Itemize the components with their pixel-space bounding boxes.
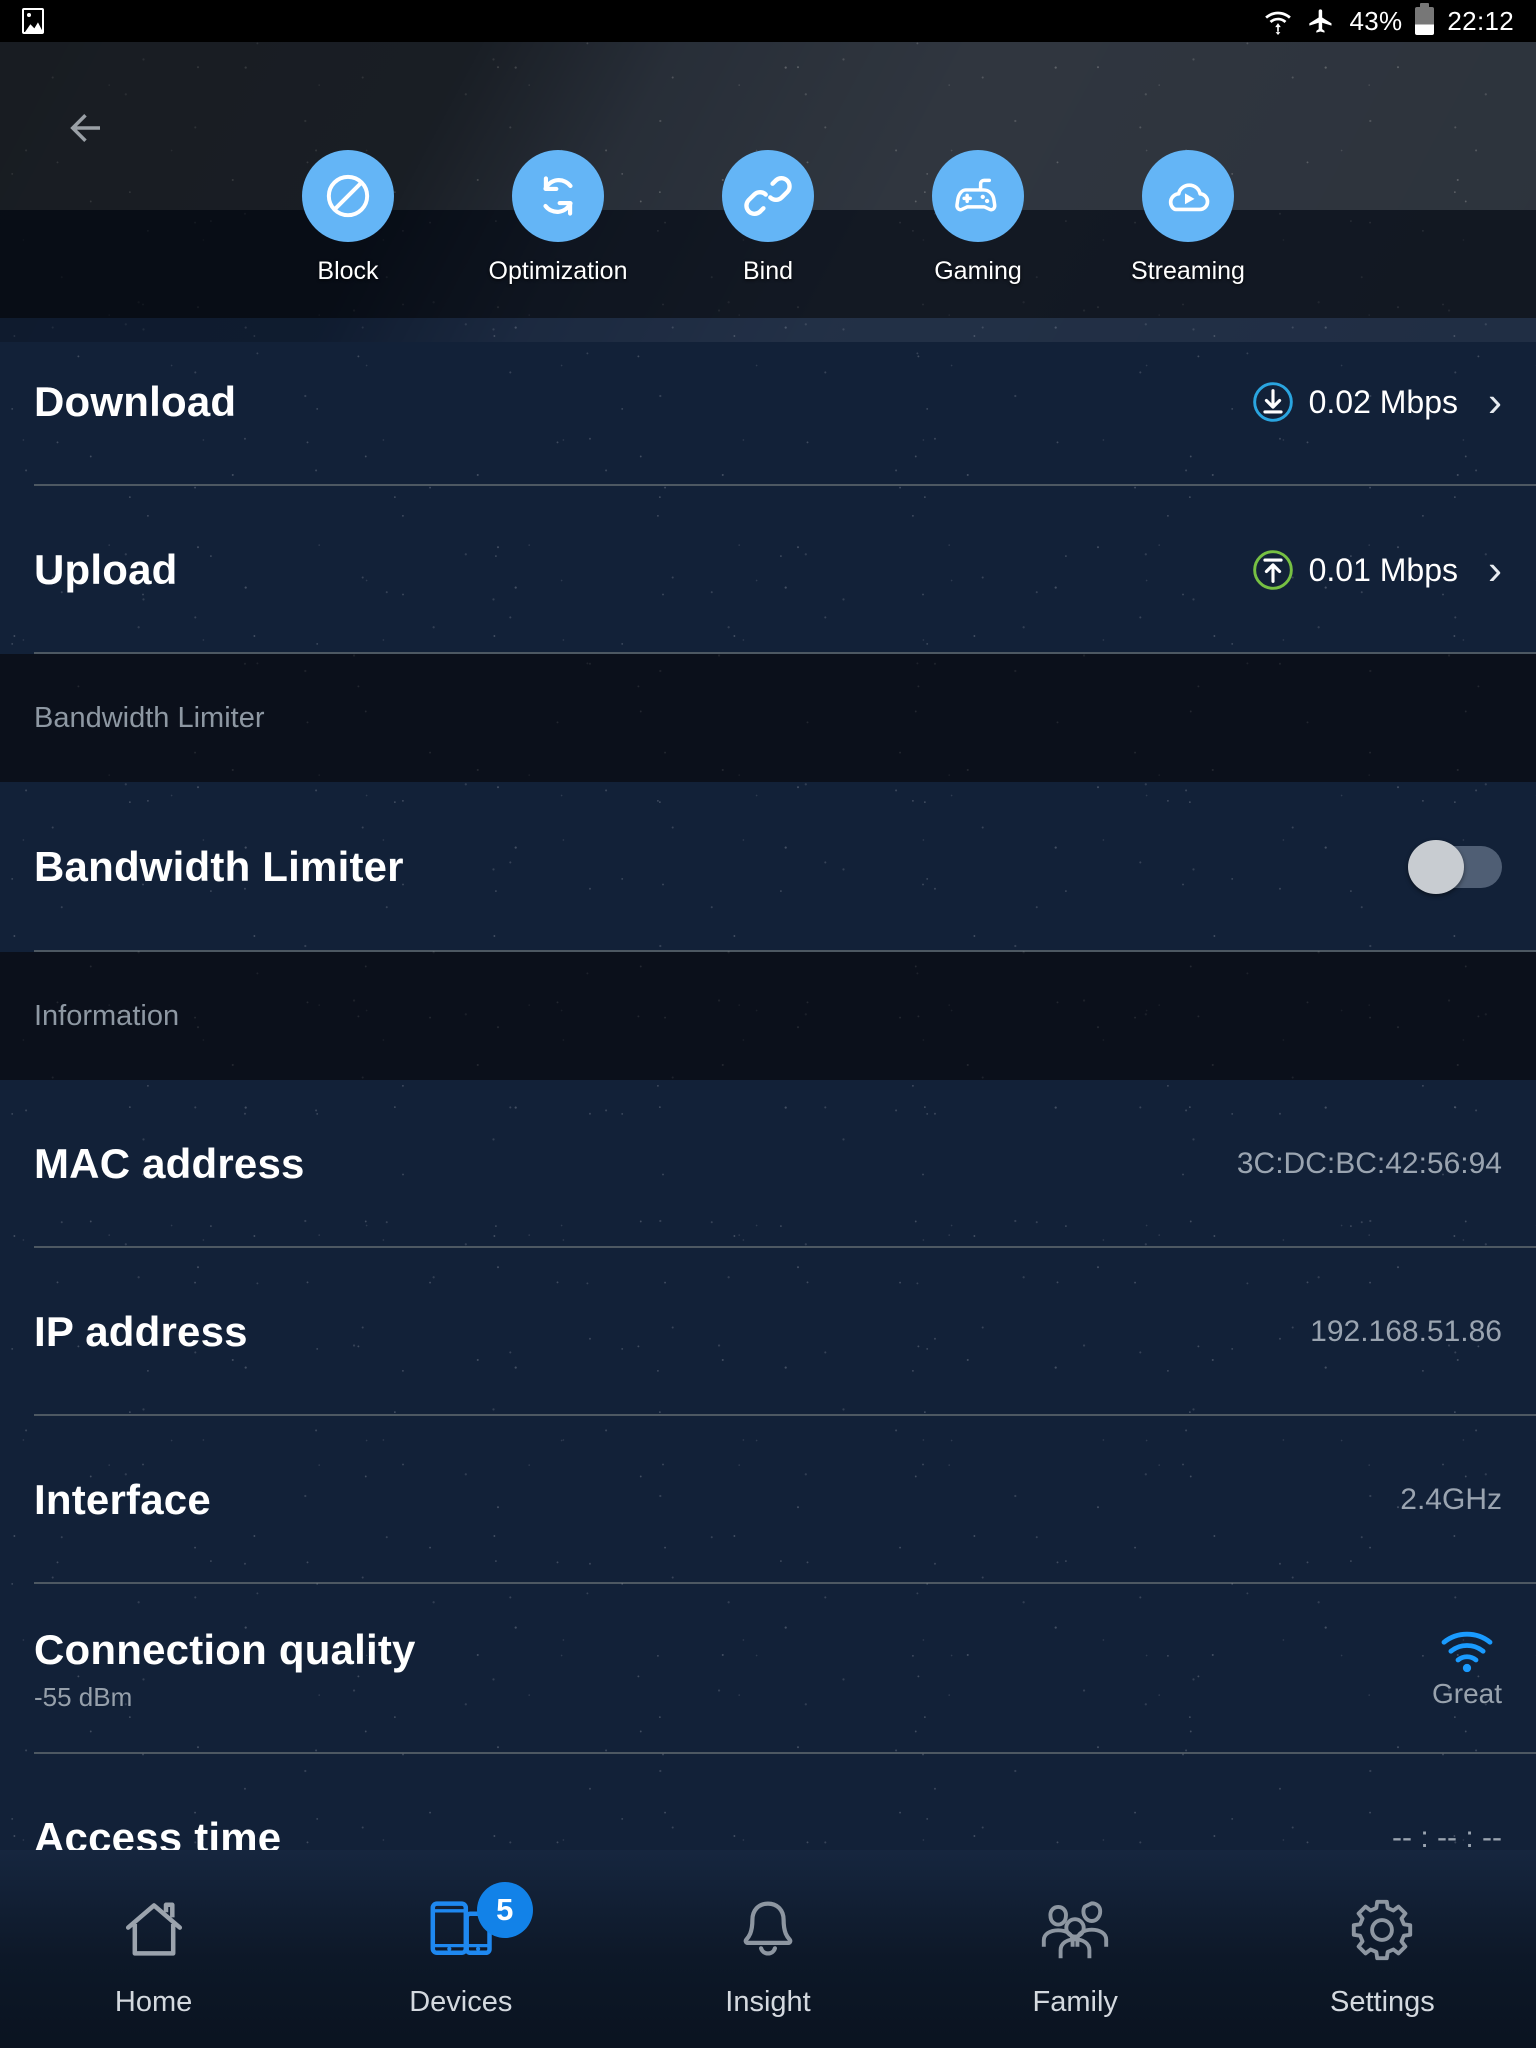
family-icon	[1042, 1900, 1109, 1958]
home-icon	[125, 1902, 182, 1956]
upload-value: 0.01 Mbps	[1308, 551, 1458, 588]
action-optimization[interactable]: Optimization	[489, 150, 627, 310]
action-bind[interactable]: Bind	[703, 150, 833, 310]
action-streaming[interactable]: Streaming	[1123, 150, 1253, 310]
devices-badge: 5	[476, 1881, 533, 1938]
clock: 22:12	[1447, 5, 1514, 36]
gear-icon-wrap	[1344, 1888, 1420, 1972]
row-label: MAC address	[34, 1140, 305, 1187]
row-label: IP address	[34, 1308, 248, 1355]
link-icon	[744, 176, 792, 216]
row-connection-quality: Connection quality -55 dBm Great	[0, 1584, 1536, 1754]
action-label: Gaming	[934, 257, 1022, 285]
row-upload[interactable]: Upload 0.01 Mbps ›	[0, 486, 1536, 654]
row-value: 192.168.51.86	[1310, 1315, 1502, 1348]
block-icon	[326, 174, 370, 218]
row-label: Download	[34, 378, 237, 425]
nav-item-home[interactable]: Home	[0, 1850, 307, 2048]
cloud-play-icon	[1168, 183, 1210, 212]
family-icon-wrap	[1033, 1888, 1117, 1972]
status-bar-left	[22, 8, 44, 34]
nav-item-insight[interactable]: Insight	[614, 1850, 921, 2048]
row-value: 2.4GHz	[1400, 1483, 1502, 1516]
row-interface: Interface 2.4GHz	[0, 1416, 1536, 1584]
nav-label: Devices	[409, 1985, 513, 2018]
row-download[interactable]: Download 0.02 Mbps ›	[0, 318, 1536, 486]
bell-icon	[743, 1901, 793, 1955]
status-bar-right: 43% 22:12	[1263, 3, 1514, 37]
chevron-right-icon: ›	[1488, 546, 1502, 593]
row-value: 3C:DC:BC:42:56:94	[1236, 1147, 1502, 1180]
nav-label: Settings	[1330, 1985, 1435, 2018]
section-title: Bandwidth Limiter	[34, 701, 265, 734]
quality-label: Great	[1431, 1678, 1502, 1709]
row-sublabel: -55 dBm	[34, 1681, 133, 1712]
detail-list: Download 0.02 Mbps › Upload 0.01 Mbps › …	[0, 318, 1536, 1922]
section-title: Information	[34, 999, 180, 1032]
bottom-navigation: Home 5 Devices Insight Family Settings	[0, 1850, 1536, 2048]
row-label: Interface	[34, 1476, 211, 1523]
battery-icon	[1415, 3, 1435, 35]
cloud-play-icon-bubble	[1142, 150, 1234, 242]
chevron-right-icon: ›	[1488, 378, 1502, 425]
nav-item-family[interactable]: Family	[922, 1850, 1229, 2048]
section-header-bandwidth: Bandwidth Limiter	[0, 654, 1536, 782]
row-bandwidth-limiter[interactable]: Bandwidth Limiter	[0, 782, 1536, 952]
device-detail-screen: 43% 22:12 Block Optimization Bind Gaming…	[0, 0, 1536, 2048]
nav-label: Home	[114, 1985, 193, 2018]
link-icon-bubble	[722, 150, 814, 242]
quick-actions-row: Block Optimization Bind Gaming Streaming	[0, 150, 1536, 310]
nav-label: Insight	[725, 1985, 811, 2018]
gamepad-icon-bubble	[932, 150, 1024, 242]
action-label: Block	[317, 257, 379, 285]
bell-icon-wrap	[731, 1888, 805, 1972]
battery-percent: 43%	[1349, 5, 1403, 36]
nav-label: Family	[1032, 1985, 1118, 2018]
row-ip-address: IP address 192.168.51.86	[0, 1248, 1536, 1416]
row-mac-address: MAC address 3C:DC:BC:42:56:94	[0, 1080, 1536, 1248]
toggle-knob	[1408, 840, 1464, 894]
status-bar: 43% 22:12	[0, 0, 1536, 42]
image-icon	[22, 8, 44, 34]
back-arrow-icon	[70, 114, 100, 142]
wifi-transfer-icon	[1265, 11, 1292, 35]
action-gaming[interactable]: Gaming	[913, 150, 1043, 310]
section-header-information: Information	[0, 952, 1536, 1080]
block-icon-bubble	[302, 150, 394, 242]
gear-icon	[1352, 1899, 1413, 1960]
action-label: Streaming	[1131, 257, 1245, 285]
airplane-mode-icon	[1309, 9, 1332, 33]
devices-icon-wrap: 5	[423, 1881, 533, 1972]
refresh-icon	[543, 176, 573, 216]
row-label: Bandwidth Limiter	[34, 843, 404, 890]
home-icon-wrap	[116, 1888, 192, 1972]
download-value: 0.02 Mbps	[1308, 383, 1458, 420]
refresh-icon-bubble	[512, 150, 604, 242]
gamepad-icon	[955, 178, 997, 212]
wifi-signal-icon	[1441, 1631, 1493, 1673]
connection-quality-text: Connection quality -55 dBm	[34, 1626, 416, 1713]
row-label: Upload	[34, 546, 178, 593]
nav-item-settings[interactable]: Settings	[1229, 1850, 1536, 2048]
upload-circle-icon	[1252, 550, 1293, 590]
nav-item-devices[interactable]: 5 Devices	[307, 1850, 614, 2048]
bandwidth-limiter-toggle[interactable]	[1408, 840, 1502, 894]
download-circle-icon	[1252, 382, 1293, 422]
action-label: Optimization	[488, 257, 628, 285]
row-label: Connection quality	[34, 1625, 416, 1673]
connection-quality-indicator: Great	[1432, 1628, 1502, 1710]
action-label: Bind	[742, 257, 794, 285]
action-block[interactable]: Block	[283, 150, 413, 310]
